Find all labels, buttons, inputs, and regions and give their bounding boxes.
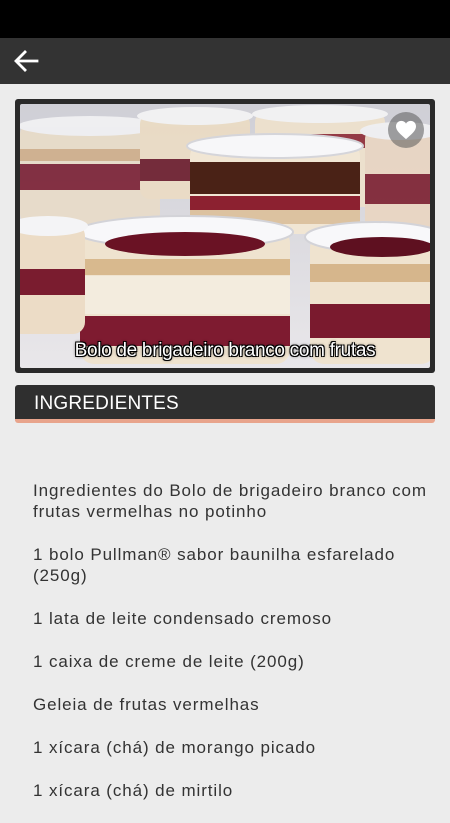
recipe-photo: Bolo de brigadeiro branco com frutas bbox=[20, 104, 430, 368]
ingredient-item: 1 xícara (chá) de morango picado bbox=[33, 738, 316, 757]
ingredient-item: 1 lata de leite condensado cremoso bbox=[33, 609, 332, 628]
section-title: INGREDIENTES bbox=[34, 393, 179, 414]
ingredient-item: 1 caixa de creme de leite (200g) bbox=[33, 652, 305, 671]
ingredient-item: 1 bolo Pullman® sabor baunilha esfarelad… bbox=[33, 545, 396, 585]
ingredient-item: Geleia de frutas vermelhas bbox=[33, 695, 260, 714]
ingredients-section-header: INGREDIENTES bbox=[15, 385, 435, 423]
ingredients-list: Ingredientes do Bolo de brigadeiro branc… bbox=[33, 480, 438, 823]
ingredient-item: Ingredientes do Bolo de brigadeiro branc… bbox=[33, 481, 427, 521]
recipe-photo-card: Bolo de brigadeiro branco com frutas bbox=[15, 99, 435, 373]
ingredient-item: 1 xícara (chá) de mirtilo bbox=[33, 781, 234, 800]
status-bar bbox=[0, 0, 450, 38]
dessert-cups-image bbox=[20, 104, 430, 368]
heart-icon bbox=[396, 120, 416, 140]
back-button[interactable] bbox=[6, 42, 46, 80]
app-bar bbox=[0, 38, 450, 84]
arrow-left-icon bbox=[14, 50, 39, 72]
favorite-button[interactable] bbox=[388, 112, 424, 148]
photo-caption: Bolo de brigadeiro branco com frutas bbox=[74, 340, 376, 361]
